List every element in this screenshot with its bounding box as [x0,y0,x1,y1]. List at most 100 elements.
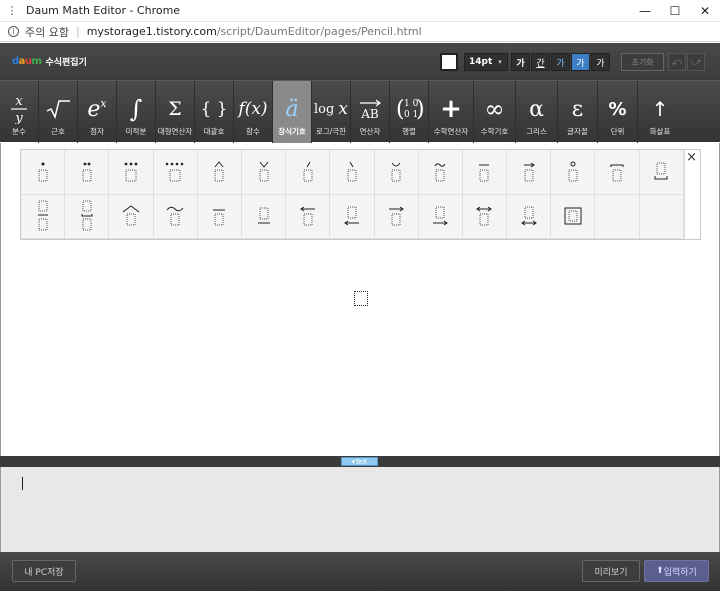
tool-fraction[interactable]: xy 분수 [0,81,39,143]
tool-unit[interactable]: % 단위 [598,81,638,143]
maximize-icon[interactable]: ☐ [660,0,690,22]
address-path: /script/DaumEditor/pages/Pencil.html [216,25,422,38]
plain-button[interactable]: 가 [591,53,610,71]
tool-log-limit[interactable]: log x 로그/극한 [312,81,351,143]
tool-matrix[interactable]: (1 00 1) 행렬 [390,81,429,143]
tool-label: 장식기호 [278,127,306,136]
boxed-icon[interactable] [551,194,596,239]
grave-accent-icon[interactable] [330,150,375,195]
ring-accent-icon[interactable] [551,150,596,195]
color-picker-button[interactable] [440,53,458,71]
text-caret [22,477,23,490]
tool-letter-style[interactable]: ε 글자꼴 [558,81,598,143]
accent-palette: × [20,149,701,240]
info-icon[interactable]: i [8,26,19,37]
tool-label: 수학기호 [480,127,509,136]
tool-root[interactable]: 근호 [39,81,78,143]
epsilon-icon: ε [571,96,584,122]
superscript-icon: ex [87,96,107,122]
ddot-accent-icon[interactable] [65,150,110,195]
overline-stack-icon[interactable] [21,194,66,239]
underleftarrow-icon[interactable] [330,194,375,239]
address-separator: | [75,25,80,38]
underleftrightarrow-icon[interactable] [507,194,552,239]
reset-button[interactable]: 초기화 [621,53,664,71]
bold-button[interactable]: 가 [511,53,530,71]
equation-editor[interactable]: × [0,143,720,456]
brand-name: 수식편집기 [45,58,87,68]
minimize-icon[interactable]: — [630,0,660,22]
overleftrightarrow-icon[interactable] [462,194,508,239]
widehat-icon[interactable] [109,194,154,239]
tool-accent[interactable]: ä 장식기호 [273,81,312,143]
underline-button[interactable]: 간 [531,53,550,71]
underbrace-accent-icon[interactable] [639,150,684,195]
vec-accent-icon[interactable] [507,150,552,195]
log-icon: log x [313,99,349,119]
underrightarrow-icon[interactable] [418,194,463,239]
close-icon[interactable]: × [686,150,697,165]
dddot-accent-icon[interactable] [109,150,154,195]
tool-operator[interactable]: AB 연산자 [351,81,390,143]
underline-stack-icon[interactable] [65,194,110,239]
tool-label: 로그/극한 [315,127,347,136]
font-size-value: 14pt [469,57,493,67]
tool-function[interactable]: f(x) 함수 [234,81,273,143]
preview-button[interactable]: 미리보기 [582,560,640,582]
tool-arrow[interactable]: ↑ 화살표 [638,81,682,143]
hat-accent-icon[interactable] [197,150,242,195]
root-icon [45,92,71,126]
overleftarrow-icon[interactable] [286,194,331,239]
security-warning[interactable]: 주의 요함 [25,24,69,40]
tex-input[interactable] [0,467,720,552]
redo-icon[interactable]: ⤻ [687,53,705,71]
tex-toggle-button[interactable]: ▾TeX [341,457,378,466]
tool-bracket[interactable]: { } 대괄호 [195,81,234,143]
overbrace-accent-icon[interactable] [595,150,640,195]
tool-label: 첨자 [90,127,104,136]
brace-icon: { } [200,99,228,119]
widetilde-icon[interactable] [153,194,198,239]
percent-icon: % [608,98,627,120]
underline-icon[interactable] [241,194,287,239]
tool-label: 화살표 [649,127,671,136]
empty-cell [639,194,684,239]
equation-placeholder[interactable] [354,291,368,306]
breve-accent-icon[interactable] [374,150,419,195]
format-buttons: 가 간 가 가 가 [511,53,611,71]
insert-button[interactable]: ⬆ 입력하기 [644,560,709,582]
daum-logo: daum [12,56,42,67]
text-color-button[interactable]: 가 [551,53,570,71]
highlight-button[interactable]: 가 [571,53,590,71]
font-size-select[interactable]: 14pt ▾ [464,53,508,71]
check-accent-icon[interactable] [241,150,287,195]
tool-big-operator[interactable]: Σ 대형연산자 [156,81,195,143]
address-bar[interactable]: i 주의 요함 | mystorage1.tistory.com /script… [0,22,720,42]
tex-divider: ▾TeX [0,456,720,467]
function-icon: f(x) [238,99,268,119]
undo-icon[interactable]: ⤺ [668,53,686,71]
tool-math-operator[interactable]: + 수학연산자 [429,81,474,143]
overline-icon[interactable] [197,194,242,239]
plus-icon: + [440,94,462,124]
footer-bar: 내 PC저장 미리보기 ⬆ 입력하기 [0,552,720,591]
acute-accent-icon[interactable] [286,150,331,195]
save-to-pc-button[interactable]: 내 PC저장 [12,560,76,582]
tool-label: 행렬 [402,127,416,136]
address-host: mystorage1.tistory.com [86,25,217,38]
bar-accent-icon[interactable] [462,150,508,195]
tex-label: TeX [355,458,368,466]
tool-math-symbol[interactable]: ∞ 수학기호 [474,81,516,143]
tool-calculus[interactable]: ∫ 미적분 [117,81,156,143]
tool-greek[interactable]: α 그리스 [516,81,558,143]
svg-text:x: x [15,94,23,109]
integral-icon: ∫ [129,95,143,123]
ddddot-accent-icon[interactable] [153,150,198,195]
overrightarrow-icon[interactable] [374,194,419,239]
close-window-icon[interactable]: ✕ [690,0,720,22]
tool-label: 분수 [12,127,26,136]
tilde-accent-icon[interactable] [418,150,463,195]
overarrow-icon: AB [357,92,383,126]
tool-script[interactable]: ex 첨자 [78,81,117,143]
dot-accent-icon[interactable] [21,150,66,195]
